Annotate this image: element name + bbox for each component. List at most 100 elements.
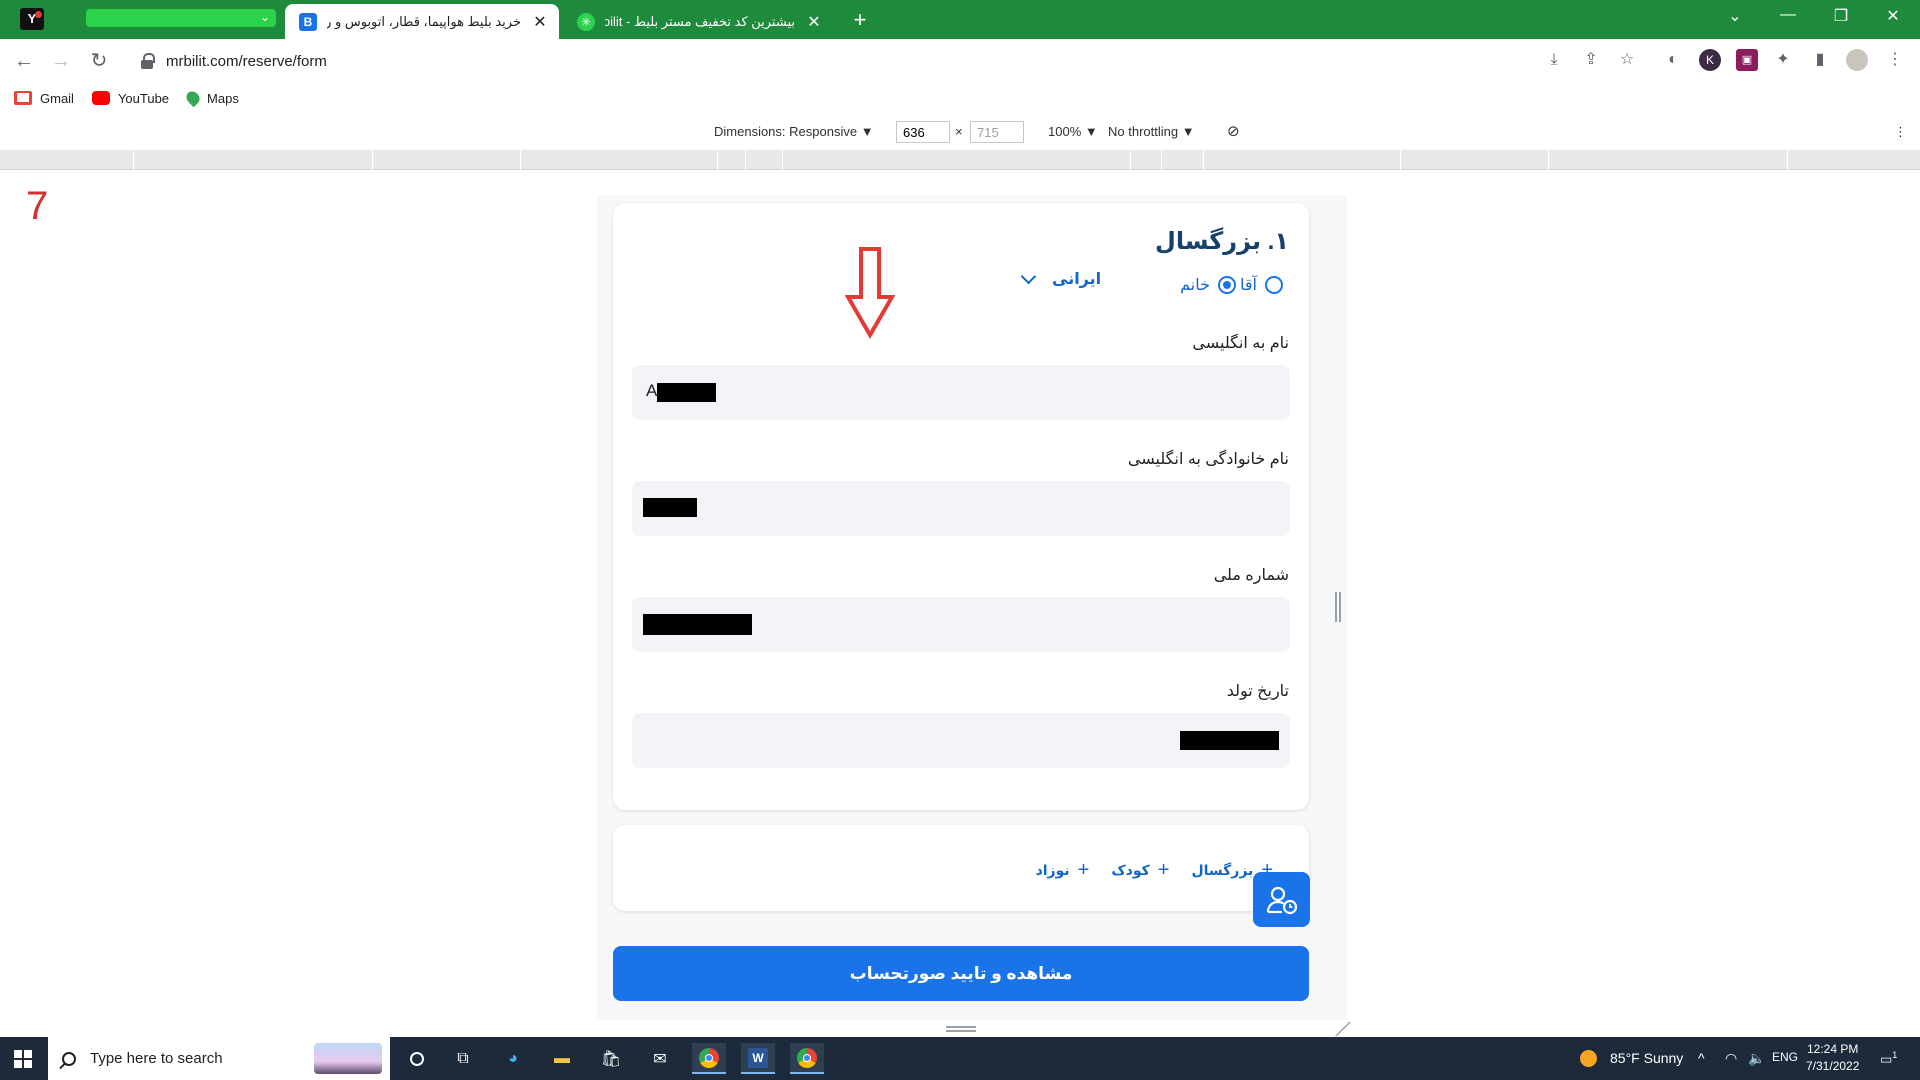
address-bar[interactable]: mrbilit.com/reserve/form (126, 43, 1636, 79)
chevron-down-icon (1020, 268, 1037, 284)
network-icon[interactable]: ◠ (1725, 1050, 1737, 1067)
chevron-down-icon[interactable]: ⌄ (260, 10, 270, 24)
birth-date-label: تاریخ تولد (1226, 683, 1289, 700)
side-panel-icon[interactable]: ▮ (1809, 49, 1831, 71)
bookmark-youtube[interactable]: YouTube (91, 91, 169, 106)
volume-icon[interactable]: 🔈 (1748, 1050, 1765, 1067)
extensions-puzzle-icon[interactable]: ✦ (1772, 49, 1794, 71)
share-icon[interactable]: ⇪ (1580, 49, 1602, 71)
last-name-input[interactable] (632, 481, 1290, 536)
bookmark-star-icon[interactable]: ☆ (1616, 49, 1638, 71)
clock[interactable]: 12:24 PM 7/31/2022 (1806, 1041, 1859, 1075)
bookmarks-bar: Gmail YouTube Maps (0, 83, 1920, 113)
minimize-icon[interactable]: — (1773, 6, 1803, 24)
media-query-ruler[interactable] (0, 150, 1920, 170)
rotate-icon[interactable]: ⊘ (1227, 122, 1240, 140)
last-name-label: نام خانوادگی به انگلیسی (1127, 451, 1289, 468)
url-text[interactable]: mrbilit.com/reserve/form (166, 53, 327, 70)
tab-title: خرید بلیط هواپیما، قطار، اتوبوس و رزر... (327, 13, 521, 29)
height-input[interactable] (970, 121, 1024, 143)
edge-icon[interactable]: ◕ (496, 1043, 530, 1074)
device-toolbar: Dimensions: Responsive ▼ × 100% ▼ No thr… (0, 118, 1920, 148)
throttling-label: No throttling (1108, 124, 1179, 139)
language-indicator[interactable]: ENG (1772, 1050, 1798, 1064)
task-view-icon[interactable]: ⧉ (446, 1043, 480, 1074)
kebab-menu-icon[interactable]: ⋮ (1884, 49, 1906, 71)
profile-k-icon[interactable]: K (1699, 49, 1721, 71)
bookmark-label: Gmail (40, 90, 74, 106)
file-explorer-icon[interactable]: ▬ (545, 1043, 579, 1074)
plus-icon: + (1157, 859, 1170, 881)
gender-male-option[interactable]: آقا (1236, 275, 1283, 295)
back-arrow-icon[interactable]: ← (11, 48, 37, 74)
redacted-block (657, 383, 716, 402)
dimensions-dropdown[interactable]: Dimensions: Responsive ▼ (714, 124, 874, 139)
notification-icon[interactable]: ▭1 (1880, 1050, 1897, 1067)
lock-icon[interactable] (140, 53, 155, 69)
extension-square-icon[interactable]: ▣ (1736, 49, 1758, 71)
bookmark-maps[interactable]: Maps (183, 88, 239, 108)
weather-sun-icon[interactable] (1580, 1050, 1597, 1067)
add-infant-button[interactable]: + نوزاد (1036, 859, 1090, 882)
cortana-icon[interactable] (400, 1043, 434, 1074)
tab-search-chevron-icon[interactable]: ⌄ (1720, 6, 1750, 26)
reload-icon[interactable]: ↻ (86, 48, 112, 74)
add-child-label: کودک (1111, 862, 1150, 878)
gender-female-label: خانم (1180, 277, 1211, 294)
youtube-icon (91, 91, 110, 105)
zoom-dropdown[interactable]: 100% ▼ (1048, 124, 1098, 139)
bookmark-gmail[interactable]: Gmail (14, 91, 74, 106)
user-clock-icon (1266, 886, 1297, 914)
national-id-input[interactable] (632, 597, 1290, 652)
search-icon (62, 1051, 76, 1066)
windows-start-icon[interactable] (14, 1050, 32, 1068)
install-app-icon[interactable]: ⤓ (1543, 49, 1565, 71)
radio-female[interactable] (1218, 276, 1237, 294)
nationality-value: ایرانی (1052, 271, 1102, 288)
window-close-icon[interactable]: ✕ (1878, 6, 1908, 26)
chrome-icon[interactable] (692, 1043, 726, 1074)
passenger-title: ۱. بزرگسال (1155, 228, 1289, 255)
avatar[interactable] (1846, 49, 1868, 71)
windows-taskbar: Type here to search ⧉ ◕ ▬ 🛍 ✉ W 85°F Sun… (0, 1037, 1920, 1080)
dimension-separator: × (955, 124, 963, 139)
notification-count: 1 (1892, 1050, 1898, 1060)
new-tab-plus-icon[interactable]: + (848, 7, 872, 33)
viewport-resize-handle-bottom[interactable] (946, 1026, 976, 1032)
device-more-icon[interactable]: ⋮ (1894, 124, 1907, 140)
confirm-invoice-button[interactable]: مشاهده و تایید صورتحساب (613, 946, 1309, 1001)
birth-date-input[interactable] (632, 713, 1290, 768)
nationality-dropdown[interactable]: ایرانی (1020, 268, 1102, 289)
first-name-input[interactable]: A (632, 365, 1290, 420)
viewport-resize-handle-right[interactable] (1335, 592, 1341, 622)
tab-mrbilit-reserve[interactable]: B خرید بلیط هواپیما، قطار، اتوبوس و رزر.… (285, 4, 559, 39)
tab-title: بیشترین کد تخفیف مستر بلیط - mrbilit (605, 13, 795, 29)
plus-icon: + (1077, 859, 1090, 881)
taskbar-search-box[interactable]: Type here to search (48, 1037, 390, 1080)
width-input[interactable] (896, 121, 950, 143)
radio-male[interactable] (1265, 276, 1283, 294)
search-highlight-image (314, 1043, 382, 1074)
restore-icon[interactable]: ❐ (1826, 6, 1856, 26)
store-icon[interactable]: 🛍 (594, 1043, 628, 1074)
clock-time: 12:24 PM (1807, 1042, 1859, 1056)
chrome-profile-icon[interactable] (790, 1043, 824, 1074)
close-icon[interactable]: ✕ (531, 12, 549, 32)
saved-passengers-button[interactable] (1253, 872, 1310, 927)
passenger-card: ۱. بزرگسال آقا خانم ایرانی نام به انگلیس… (613, 203, 1309, 810)
gender-selector: آقا خانم (1160, 275, 1283, 295)
mail-icon[interactable]: ✉ (643, 1043, 677, 1074)
word-icon[interactable]: W (741, 1043, 775, 1074)
add-child-button[interactable]: + کودک (1111, 859, 1169, 882)
close-icon[interactable]: ✕ (805, 12, 823, 32)
redacted-tab[interactable] (86, 9, 276, 27)
weather-text[interactable]: 85°F Sunny (1610, 1050, 1683, 1066)
tray-chevron-up-icon[interactable]: ^ (1698, 1050, 1705, 1066)
app-icon[interactable]: Y (20, 8, 44, 30)
gender-female-option[interactable]: خانم (1176, 275, 1237, 295)
red-arrow-down-icon (845, 247, 895, 339)
tab-mrbilit-discount[interactable]: ✳ بیشترین کد تخفیف مستر بلیط - mrbilit ✕ (563, 4, 833, 39)
forward-arrow-icon[interactable]: → (48, 48, 74, 74)
throttling-dropdown[interactable]: No throttling ▼ (1108, 124, 1195, 139)
extension-c-icon[interactable]: ◐ (1662, 49, 1684, 71)
